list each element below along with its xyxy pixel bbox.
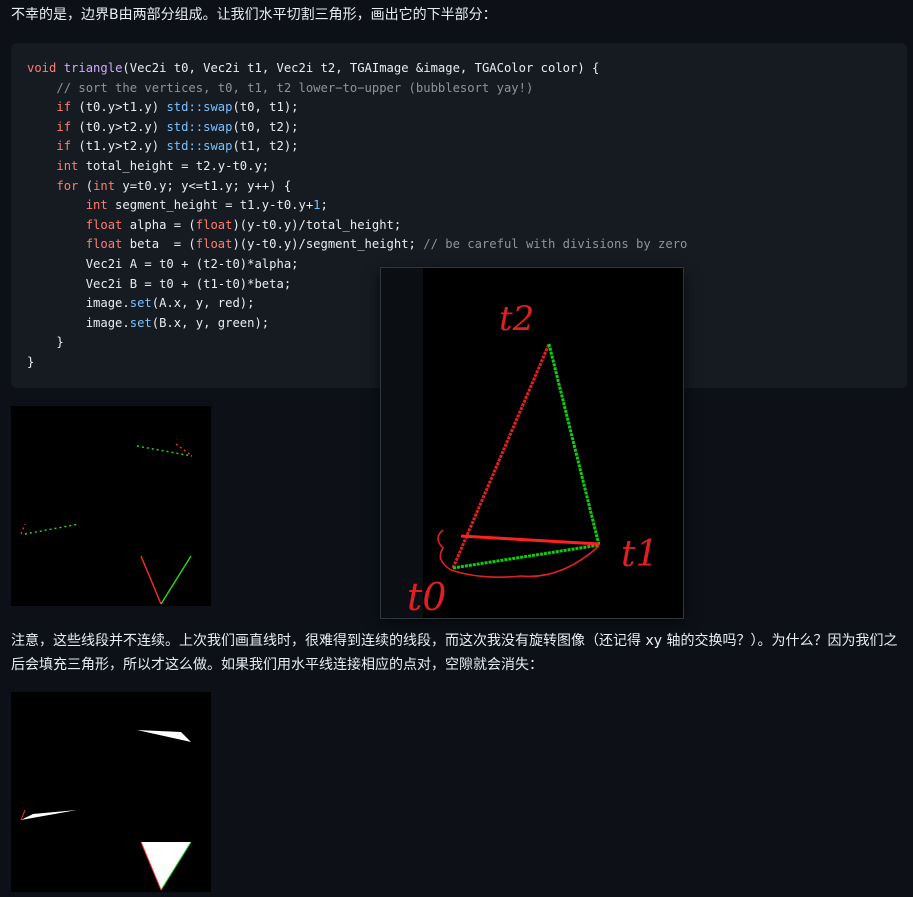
sketch-left-strip: [381, 268, 423, 618]
code-token: (t1.y>t2.y): [71, 139, 167, 154]
code-token: segment_height = t1.y-t0.y+: [107, 198, 314, 213]
triangle-edges-image: [11, 406, 211, 606]
sketch-label-t2: t2: [499, 299, 534, 339]
code-token: for: [56, 178, 79, 193]
code-token: y=t0.y; y<=t1.y; y++) {: [115, 178, 292, 193]
code-token: int: [56, 158, 79, 173]
code-token: set: [129, 315, 152, 330]
code-token: (t0.y>t2.y): [71, 119, 167, 134]
filled-triangles-image: [11, 692, 211, 892]
code-token: int: [85, 198, 108, 213]
code-comment: // be careful with divisions by zero: [423, 237, 688, 252]
code-token: int: [93, 178, 116, 193]
code-token: image.: [85, 315, 130, 330]
code-token: (t0.y>t1.y): [71, 100, 167, 115]
code-token: (: [78, 178, 94, 193]
edge-red: [175, 443, 193, 457]
code-token: }: [27, 354, 35, 369]
paragraph-intro: 不幸的是，边界B由两部分组成。让我们水平切割三角形，画出它的下半部分：: [11, 7, 497, 23]
code-token: (t0, t2);: [232, 119, 299, 134]
code-comment: // sort the vertices, t0, t1, t2 lower−t…: [56, 80, 534, 95]
code-token: (B.x, y, green);: [151, 315, 270, 330]
code-token: std::swap: [166, 139, 233, 154]
code-token: )(y-t0.y)/total_height;: [232, 217, 402, 232]
code-token: (A.x, y, red);: [151, 296, 255, 311]
edge-red: [20, 523, 26, 535]
code-token: (t0, t1);: [232, 100, 299, 115]
edge-green: [136, 445, 193, 457]
code-token: (t1, t2);: [232, 139, 299, 154]
code-token: if: [56, 100, 72, 115]
triangle-edges-drawing: [20, 443, 193, 605]
filled-triangles-drawing: [20, 730, 192, 891]
edge-green: [24, 523, 80, 535]
sketch-cut-line: [460, 534, 600, 546]
hand-drawn-triangle-sketch: t2 t1 t0: [381, 268, 683, 618]
code-token: }: [56, 335, 64, 350]
code-token: alpha = (: [122, 217, 196, 232]
code-token: (Vec2i t0, Vec2i t1, Vec2i t2, TGAImage …: [122, 61, 600, 75]
code-token: set: [129, 296, 152, 311]
code-token: float: [85, 237, 123, 252]
code-token: triangle: [63, 61, 123, 75]
code-token: 1: [313, 198, 321, 213]
code-token: std::swap: [166, 119, 233, 134]
edge-green: [160, 555, 192, 605]
sketch-edge-t2-t1: [547, 343, 601, 546]
code-token: Vec2i B = t0 + (t1-t0)*beta;: [85, 276, 292, 291]
code-token: )(y-t0.y)/segment_height;: [232, 237, 424, 252]
code-token: float: [85, 217, 123, 232]
code-token: float: [195, 217, 233, 232]
sketch-edge-t0-t1: [452, 543, 600, 570]
triangle-filled-left: [21, 810, 77, 820]
paragraph-explanation: 注意，这些线段并不连续。上次我们画直线时，很难得到连续的线段，而这次我没有旋转图…: [11, 633, 898, 673]
code-token: std::swap: [166, 100, 233, 115]
code-token: float: [195, 237, 233, 252]
code-token: void: [27, 61, 57, 75]
code-token: if: [56, 139, 72, 154]
sketch-edge-t0-t2: [451, 343, 551, 569]
code-token: image.: [85, 296, 130, 311]
code-token: beta = (: [122, 237, 196, 252]
sketch-label-t0: t0: [407, 575, 446, 618]
code-token: if: [56, 119, 72, 134]
code-token: ;: [320, 198, 328, 213]
sketch-label-t1: t1: [621, 534, 658, 575]
code-token: Vec2i A = t0 + (t2-t0)*alpha;: [85, 256, 299, 271]
code-token: total_height = t2.y-t0.y;: [78, 158, 270, 173]
sketch-drawing: t2 t1 t0: [381, 268, 658, 618]
triangle-filled-top: [137, 730, 191, 742]
edge-red: [140, 555, 162, 605]
